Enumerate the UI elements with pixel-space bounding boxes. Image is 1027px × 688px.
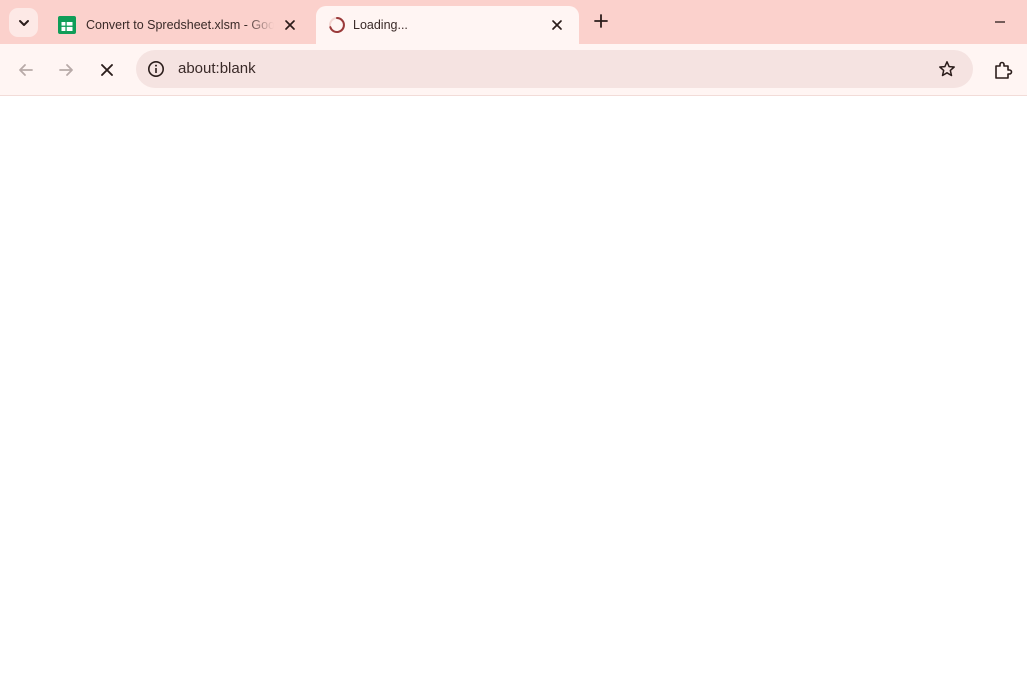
close-icon [284, 19, 296, 31]
chevron-down-icon [17, 16, 31, 30]
tab-close-button[interactable] [547, 15, 567, 35]
tab-search-button[interactable] [9, 8, 38, 37]
arrow-right-icon [57, 61, 75, 79]
minimize-icon [994, 20, 1006, 24]
info-icon[interactable] [146, 59, 166, 79]
page-content [0, 96, 1027, 688]
back-button[interactable] [12, 56, 40, 84]
google-sheets-icon [58, 16, 76, 34]
minimize-button[interactable] [988, 12, 1012, 32]
tab-loading[interactable]: Loading... [316, 6, 579, 44]
close-icon [100, 63, 114, 77]
star-icon[interactable] [937, 59, 957, 79]
browser-window: Convert to Spredsheet.xlsm - Goog Loadin… [0, 0, 1027, 688]
forward-button[interactable] [52, 56, 80, 84]
address-bar[interactable]: about:blank [136, 50, 973, 88]
tab-title: Loading... [353, 18, 408, 32]
loading-spinner-icon [328, 16, 346, 34]
tab-strip: Convert to Spredsheet.xlsm - Goog Loadin… [0, 0, 1027, 44]
stop-loading-button[interactable] [93, 56, 121, 84]
extensions-button[interactable] [990, 56, 1016, 84]
close-icon [551, 19, 563, 31]
arrow-left-icon [17, 61, 35, 79]
toolbar: about:blank [0, 44, 1027, 96]
tab-close-button[interactable] [280, 15, 300, 35]
new-tab-button[interactable] [589, 9, 613, 33]
url-text[interactable]: about:blank [178, 59, 256, 79]
tab-spreadsheet[interactable]: Convert to Spredsheet.xlsm - Goog [46, 6, 312, 44]
puzzle-icon [993, 60, 1013, 80]
tab-title: Convert to Spredsheet.xlsm - Goog [86, 18, 274, 32]
plus-icon [594, 14, 608, 28]
